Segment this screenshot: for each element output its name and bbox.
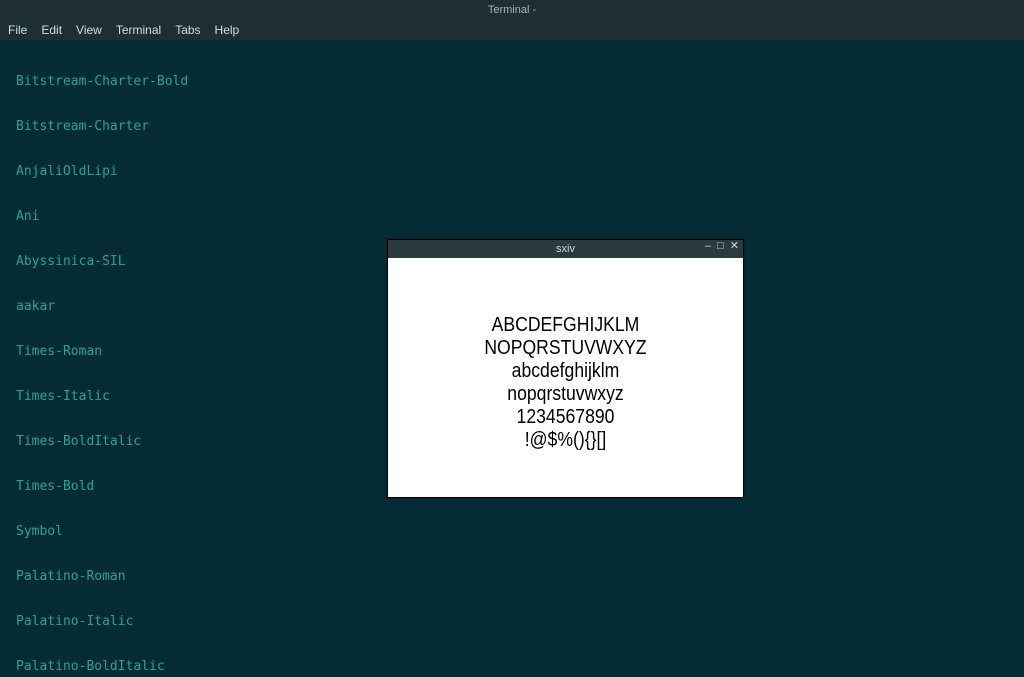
list-item[interactable]: Ani [16, 209, 1024, 224]
list-item[interactable]: AnjaliOldLipi [16, 164, 1024, 179]
list-item[interactable]: Palatino-BoldItalic [16, 659, 1024, 674]
sxiv-image-content: ABCDEFGHIJKLM NOPQRSTUVWXYZ abcdefghijkl… [409, 258, 721, 497]
menu-edit[interactable]: Edit [41, 23, 62, 37]
menu-help[interactable]: Help [215, 23, 240, 37]
list-item[interactable]: Palatino-Italic [16, 614, 1024, 629]
menubar: File Edit View Terminal Tabs Help [0, 20, 1024, 40]
specimen-line: nopqrstuvwxyz [507, 383, 623, 406]
menu-tabs[interactable]: Tabs [175, 23, 200, 37]
list-item[interactable]: Bitstream-Charter-Bold [16, 74, 1024, 89]
menu-file[interactable]: File [8, 23, 27, 37]
specimen-line: ABCDEFGHIJKLM [492, 314, 640, 337]
sxiv-window[interactable]: sxiv – □ ✕ ABCDEFGHIJKLM NOPQRSTUVWXYZ a… [387, 239, 744, 498]
list-item[interactable]: Bitstream-Charter [16, 119, 1024, 134]
close-icon[interactable]: ✕ [730, 241, 739, 252]
list-item[interactable]: Palatino-Roman [16, 569, 1024, 584]
specimen-line: !@$%(){}[] [525, 429, 606, 452]
sxiv-title: sxiv [556, 243, 575, 255]
specimen-line: NOPQRSTUVWXYZ [484, 337, 646, 360]
maximize-icon[interactable]: □ [717, 241, 724, 252]
menu-terminal[interactable]: Terminal [116, 23, 161, 37]
window-title: Terminal - [488, 4, 536, 16]
sxiv-titlebar[interactable]: sxiv – □ ✕ [388, 240, 743, 258]
menu-view[interactable]: View [76, 23, 102, 37]
sxiv-window-controls: – □ ✕ [705, 241, 739, 252]
window-titlebar: Terminal - [0, 0, 1024, 20]
specimen-line: 1234567890 [517, 406, 615, 429]
list-item[interactable]: Symbol [16, 524, 1024, 539]
specimen-line: abcdefghijklm [512, 360, 620, 383]
minimize-icon[interactable]: – [705, 241, 711, 252]
